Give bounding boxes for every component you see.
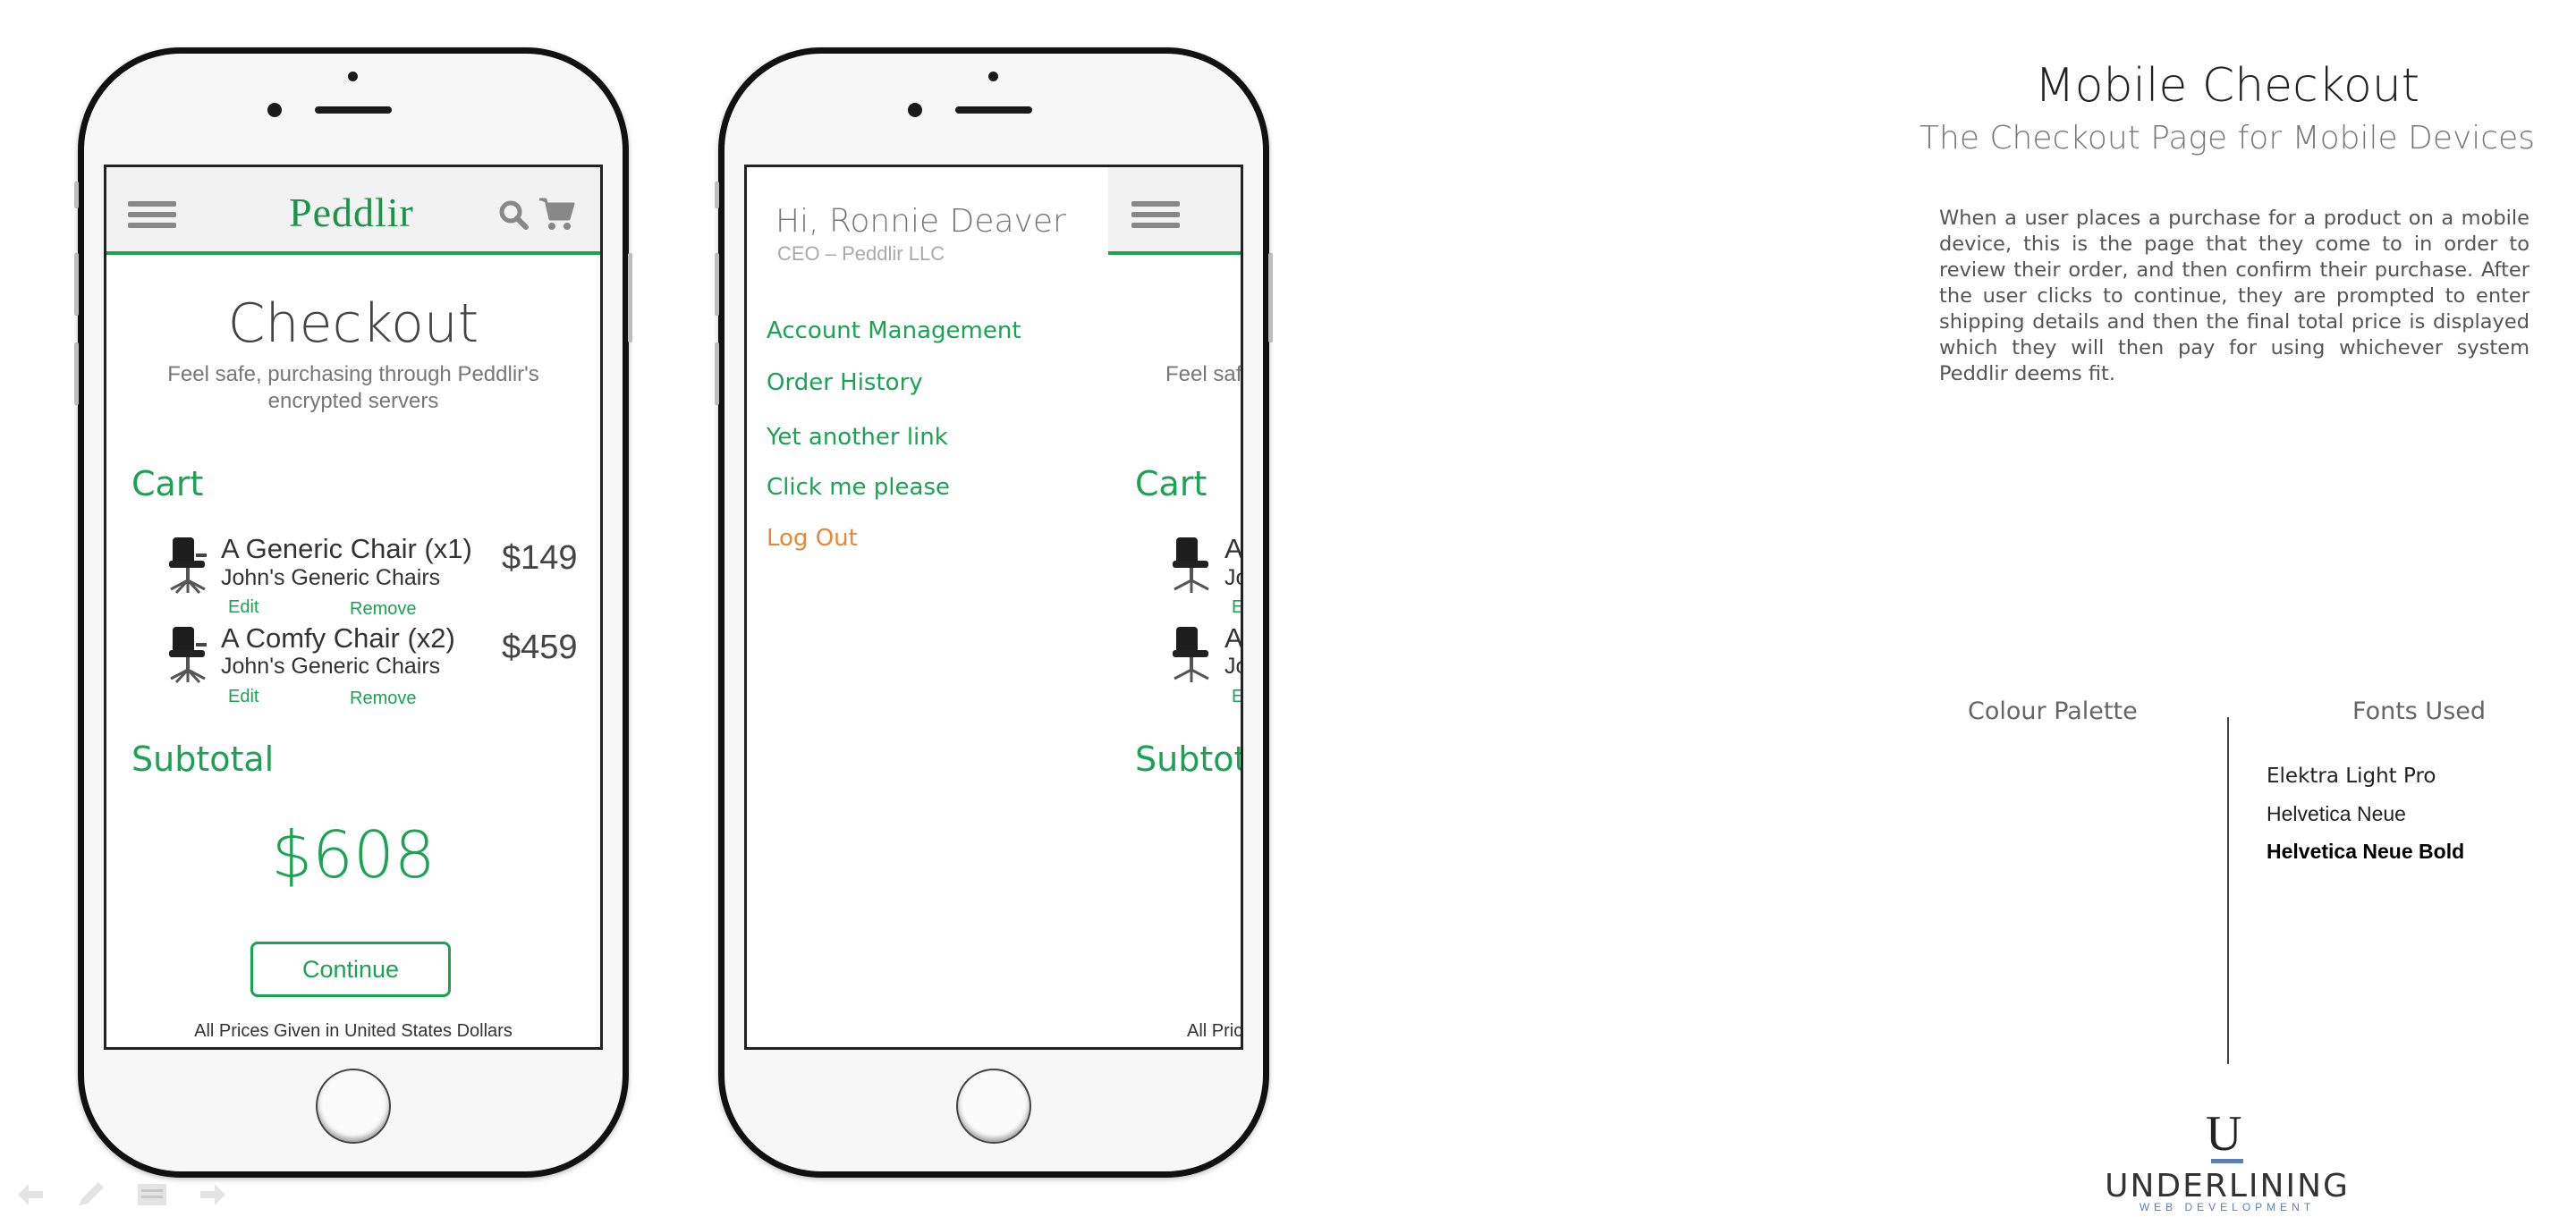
chair-icon	[1173, 627, 1209, 682]
user-greeting: Hi, Ronnie Deaver	[775, 203, 1066, 240]
font-sample-helvetica: Helvetica Neue	[2267, 802, 2406, 825]
currency-note: All Prices Given in United States Dollar…	[194, 1021, 513, 1041]
cart-heading: Cart	[1135, 464, 1208, 503]
phone-sensor	[988, 72, 998, 81]
remove-link[interactable]: Remove	[350, 689, 416, 709]
subtotal-heading: Subtotal	[131, 739, 275, 779]
home-button[interactable]	[316, 1069, 391, 1144]
logo-mark: U	[2206, 1106, 2242, 1162]
user-role: CEO – Peddlir LLC	[777, 242, 945, 265]
logo-mark-underline	[2211, 1159, 2243, 1163]
item-name: A Generic Chair (x1)	[221, 533, 472, 564]
font-sample-helvetica-bold: Helvetica Neue Bold	[2267, 840, 2465, 863]
chair-icon	[169, 537, 207, 595]
edit-link[interactable]: Edit	[228, 687, 258, 707]
item-seller: John's Generic Chairs	[221, 654, 441, 679]
page-title: Checkout	[227, 292, 479, 355]
phone-side-button	[74, 253, 79, 316]
edit-link[interactable]: Edit	[228, 597, 258, 618]
item-seller: John's Generic Chairs	[221, 565, 441, 590]
menu-link-account-management[interactable]: Account Management	[767, 317, 1021, 344]
phone-menu: Feel safe Cart A Jo E A Jo E Subtota All…	[715, 47, 1273, 1178]
logout-link[interactable]: Log Out	[767, 525, 858, 552]
phone-speaker	[955, 106, 1032, 114]
nav-drawer: Hi, Ronnie Deaver CEO – Peddlir LLC Acco…	[747, 167, 1108, 1047]
phone-sensor	[348, 72, 358, 81]
notes-icon[interactable]	[136, 1180, 168, 1209]
phone-speaker	[315, 106, 392, 114]
hamburger-icon[interactable]	[128, 201, 176, 228]
page-subtitle: Feel safe	[1165, 362, 1242, 386]
item-seller: Jo	[1224, 654, 1241, 679]
logo-tagline: WEB DEVELOPMENT	[2139, 1201, 2316, 1213]
search-icon[interactable]	[498, 199, 529, 230]
font-sample-elektra: Elektra Light Pro	[2267, 765, 2436, 788]
phone-side-button	[74, 342, 79, 405]
item-price: $459	[502, 629, 578, 666]
phone-side-button	[1268, 253, 1273, 342]
cart-icon[interactable]	[538, 196, 575, 232]
page-subtitle: Feel safe, purchasing through Peddlir's	[167, 362, 539, 386]
home-button[interactable]	[956, 1069, 1031, 1144]
logo-name: UNDERLINING	[2105, 1168, 2350, 1204]
phone-camera	[908, 103, 922, 117]
back-arrow-icon[interactable]	[14, 1180, 47, 1209]
phone-side-button	[715, 342, 719, 405]
continue-button[interactable]: Continue	[250, 942, 451, 997]
phone-camera	[267, 103, 282, 117]
menu-link-another[interactable]: Yet another link	[767, 424, 948, 451]
phone-screen: Feel safe Cart A Jo E A Jo E Subtota All…	[744, 165, 1243, 1050]
hamburger-icon[interactable]	[1131, 201, 1180, 228]
edit-link[interactable]: E	[1232, 687, 1241, 707]
menu-link-click-me[interactable]: Click me please	[767, 474, 950, 501]
phone-side-button	[628, 253, 632, 342]
fonts-used-heading: Fonts Used	[2352, 697, 2487, 725]
remove-link[interactable]: Remove	[350, 599, 416, 620]
chair-icon	[169, 627, 207, 684]
phone-screen: Peddlir Checkout Feel safe, purchasing t…	[104, 165, 603, 1050]
app-header: Peddlir	[106, 167, 600, 255]
currency-note: All Pric	[1187, 1021, 1243, 1041]
item-price: $149	[502, 539, 578, 577]
subtotal-value: $608	[271, 817, 436, 892]
subtotal-heading: Subtota	[1135, 739, 1241, 779]
cart-heading: Cart	[131, 464, 204, 503]
phone-side-button	[715, 182, 719, 208]
panel-divider	[2227, 717, 2229, 1064]
phone-side-button	[74, 182, 79, 208]
panel-subtitle: The Checkout Page for Mobile Devices	[1919, 120, 2535, 156]
phone-side-button	[715, 253, 719, 316]
colour-palette-heading: Colour Palette	[1968, 697, 2138, 725]
item-name: A	[1224, 533, 1243, 564]
item-name: A Comfy Chair (x2)	[221, 622, 455, 654]
item-name: A	[1224, 622, 1243, 654]
item-seller: Jo	[1224, 565, 1241, 590]
forward-arrow-icon[interactable]	[197, 1180, 229, 1209]
chair-icon	[1173, 537, 1209, 593]
brand-logo[interactable]: Peddlir	[289, 189, 414, 236]
panel-title: Mobile Checkout	[2034, 59, 2420, 113]
page-subtitle-line2: encrypted servers	[267, 389, 439, 413]
phone-checkout: Peddlir Checkout Feel safe, purchasing t…	[74, 47, 632, 1178]
menu-link-order-history[interactable]: Order History	[767, 369, 923, 396]
panel-description: When a user places a purchase for a prod…	[1939, 207, 2529, 385]
edit-link[interactable]: E	[1232, 597, 1241, 618]
pen-icon[interactable]	[75, 1180, 107, 1209]
